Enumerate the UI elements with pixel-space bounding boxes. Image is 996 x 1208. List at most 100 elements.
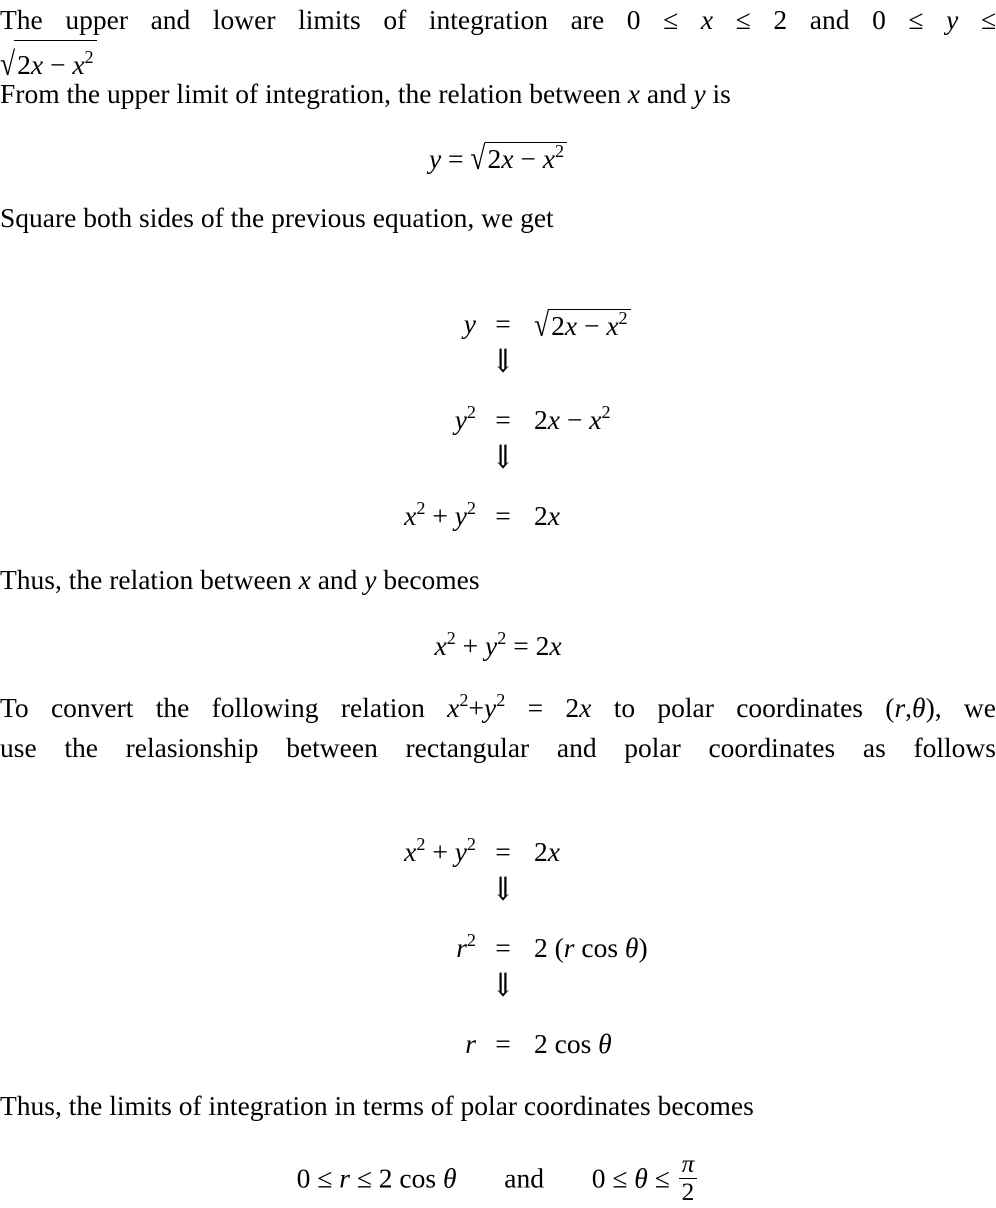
exponent-two: 2 <box>416 498 426 518</box>
variable-y: y <box>946 4 959 35</box>
cosine-function: cos <box>554 1028 592 1060</box>
variable-x: x <box>547 404 560 436</box>
paragraph-line-1: To convert the following relation x2+y2 … <box>0 688 996 728</box>
variable-y: y <box>485 630 498 661</box>
double-down-arrow-icon: ⇓ <box>491 968 515 1005</box>
radicand: 2x − x2 <box>548 307 631 341</box>
paragraph-line: Square both sides of the previous equati… <box>0 202 554 233</box>
equation-rhs: 2 cos θ <box>530 1030 996 1058</box>
equation-rhs: 2x <box>530 838 996 866</box>
number-two: 2 <box>534 404 548 436</box>
leq-symbol: ≤ <box>317 1162 333 1194</box>
exponent-two: 2 <box>466 834 476 854</box>
text-run: to polar coordinates <box>591 692 886 723</box>
variable-theta: θ <box>624 932 639 964</box>
number-two: 2 <box>773 4 788 35</box>
document-page: The upper and lower limits of integratio… <box>0 0 996 1208</box>
leq-symbol: ≤ <box>735 4 751 35</box>
exponent-two: 2 <box>497 627 507 648</box>
text-run: and <box>639 78 694 109</box>
equation-rhs: 2x <box>530 502 996 530</box>
plus-operator: + <box>432 500 448 532</box>
equation-rhs: 2 (r cos θ) <box>530 934 996 962</box>
cosine-function: cos <box>581 932 619 964</box>
variable-y: y <box>454 500 467 532</box>
exponent-two: 2 <box>496 689 506 710</box>
radicand: 2x − x2 <box>484 140 568 174</box>
equals-operator: = <box>495 404 511 436</box>
equals-operator: = <box>527 692 544 723</box>
number-two: 2 <box>378 1162 393 1194</box>
variable-x: x <box>549 630 562 661</box>
minus-operator: − <box>566 404 583 436</box>
display-equation-circle: x2 + y2 = 2x <box>0 629 996 661</box>
variable-r: r <box>339 1162 350 1194</box>
aligned-equations-square: y = √2x − x2 ⇓ y2 = 2x − x2 ⇓ x2 + y2 = … <box>0 300 996 540</box>
variable-x: x <box>606 309 619 341</box>
variable-x: x <box>627 78 640 109</box>
exponent-two: 2 <box>618 307 628 328</box>
variable-x: x <box>298 564 311 595</box>
equals-operator: = <box>495 500 511 532</box>
variable-r: r <box>456 932 467 964</box>
text-run: Thus, the relation between <box>0 564 299 595</box>
variable-y: y <box>364 564 377 595</box>
equals-operator: = <box>513 630 529 661</box>
variable-x: x <box>434 630 447 661</box>
implication-arrow-row: ⇓ <box>0 874 996 924</box>
radical-expression: √2x − x2 <box>534 307 631 341</box>
fraction-pi-over-two: π 2 <box>678 1151 698 1206</box>
number-two: 2 <box>534 836 548 868</box>
number-zero: 0 <box>591 1162 606 1194</box>
equation-lhs: y2 <box>0 403 476 434</box>
display-equation-y-equals-sqrt: y = √2x − x2 <box>0 140 996 174</box>
exponent-two: 2 <box>554 140 565 161</box>
equals-operator: = <box>495 932 511 964</box>
number-two: 2 <box>534 932 548 964</box>
text-and: and <box>809 4 850 35</box>
exponent-two: 2 <box>466 498 476 518</box>
plus-operator: + <box>468 692 484 723</box>
leq-symbol: ≤ <box>356 1162 372 1194</box>
number-two: 2 <box>535 630 550 661</box>
variable-theta: θ <box>442 1162 457 1194</box>
paragraph-from-upper-limit: From the upper limit of integration, the… <box>0 74 996 114</box>
number-two: 2 <box>534 500 548 532</box>
equals-operator: = <box>495 1028 511 1060</box>
exponent-two: 2 <box>84 46 94 67</box>
aligned-equations-polar: x2 + y2 = 2x ⇓ r2 = 2 (r cos θ) ⇓ r = 2 … <box>0 828 996 1068</box>
implication-arrow-row: ⇓ <box>0 968 996 1020</box>
variable-x: x <box>700 4 714 35</box>
text-run: , we <box>934 692 996 723</box>
number-two: 2 <box>678 1177 698 1206</box>
number-two: 2 <box>534 1028 548 1060</box>
equals-operator: = <box>495 836 511 868</box>
equation-row: y2 = 2x − x2 <box>0 396 996 444</box>
variable-x: x <box>542 143 555 174</box>
text-and: and <box>504 1162 544 1194</box>
variable-x: x <box>547 836 560 868</box>
variable-y: y <box>693 78 706 109</box>
paragraph-thus-relation: Thus, the relation between x and y becom… <box>0 560 996 600</box>
equals-operator: = <box>495 308 511 340</box>
variable-x: x <box>547 500 560 532</box>
plus-operator: + <box>462 630 479 661</box>
variable-theta: θ <box>634 1162 648 1194</box>
variable-x: x <box>564 309 578 341</box>
minus-operator: − <box>583 309 600 341</box>
equation-lhs: r <box>0 1030 476 1058</box>
implication-arrow-row: ⇓ <box>0 346 996 396</box>
variable-y: y <box>428 143 442 174</box>
right-paren: ) <box>925 692 935 723</box>
equation-lhs: y <box>0 310 476 338</box>
equation-lhs: x2 + y2 <box>0 835 476 866</box>
equation-row: x2 + y2 = 2x <box>0 828 996 876</box>
variable-r: r <box>894 692 906 723</box>
text-run: and <box>310 564 365 595</box>
exponent-two: 2 <box>446 627 456 648</box>
equation-row: r = 2 cos θ <box>0 1020 996 1068</box>
leq-symbol: ≤ <box>612 1162 628 1194</box>
variable-x: x <box>589 404 602 436</box>
minus-operator: − <box>520 143 536 174</box>
paragraph-line: Thus, the relation between x and y becom… <box>0 560 996 600</box>
